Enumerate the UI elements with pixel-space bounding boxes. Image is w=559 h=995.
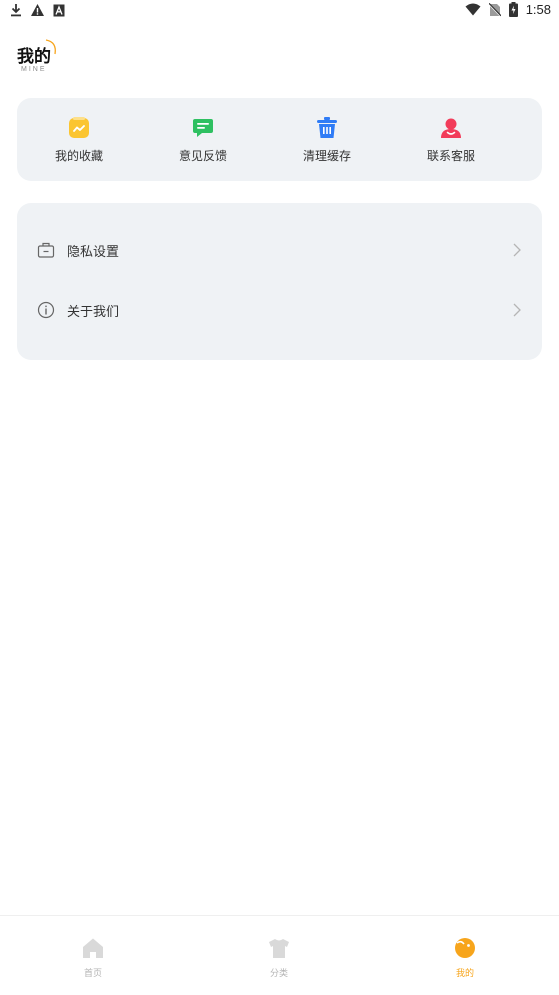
bottom-navigation: 首页 分类 我的 [0,915,559,995]
page-subtitle: MINE [21,66,47,73]
nav-tab-category[interactable]: 分类 [186,916,372,995]
customer-service-icon [441,118,461,138]
info-icon [37,301,55,319]
quick-actions-card: 我的收藏 意见反馈 清理缓存 联系客服 [17,98,542,181]
feedback-icon [193,119,213,137]
nav-tab-label: 我的 [455,969,474,979]
category-shirt-icon [269,939,289,958]
nav-tab-label: 首页 [83,969,102,979]
quick-action-favorites[interactable]: 我的收藏 [17,98,141,181]
settings-menu-card: 隐私设置 关于我们 [17,203,542,360]
no-sim-icon [488,2,501,17]
quick-action-label: 意见反馈 [178,149,227,163]
privacy-briefcase-icon [37,242,55,258]
battery-charging-icon [508,2,518,17]
mine-icon [455,938,475,958]
menu-item-privacy-settings[interactable]: 隐私设置 [17,221,542,281]
nav-tab-mine[interactable]: 我的 [372,916,558,995]
favorites-icon [69,117,89,138]
download-icon [11,4,21,17]
title-arc-decoration [45,39,56,55]
quick-action-feedback[interactable]: 意见反馈 [141,98,265,181]
status-time: 1:58 [525,2,551,17]
menu-item-label: 关于我们 [67,305,120,320]
chevron-right-icon [513,243,521,257]
quick-action-customer-service[interactable]: 联系客服 [389,98,513,181]
quick-action-clear-cache[interactable]: 清理缓存 [265,98,389,181]
trash-icon [317,117,337,138]
a-badge-icon [53,4,65,16]
quick-action-label: 我的收藏 [54,149,103,163]
home-icon [83,938,103,958]
warning-icon [31,4,44,16]
menu-item-about-us[interactable]: 关于我们 [17,281,542,341]
wifi-icon [465,3,481,16]
status-left-icons [10,3,65,17]
status-right-icons: 1:58 [465,2,551,17]
menu-item-label: 隐私设置 [67,245,120,260]
quick-action-label: 联系客服 [426,149,475,163]
nav-tab-home[interactable]: 首页 [0,916,186,995]
nav-tab-label: 分类 [269,969,288,979]
quick-action-label: 清理缓存 [302,149,351,163]
status-bar: 1:58 [0,0,559,24]
chevron-right-icon [513,303,521,317]
